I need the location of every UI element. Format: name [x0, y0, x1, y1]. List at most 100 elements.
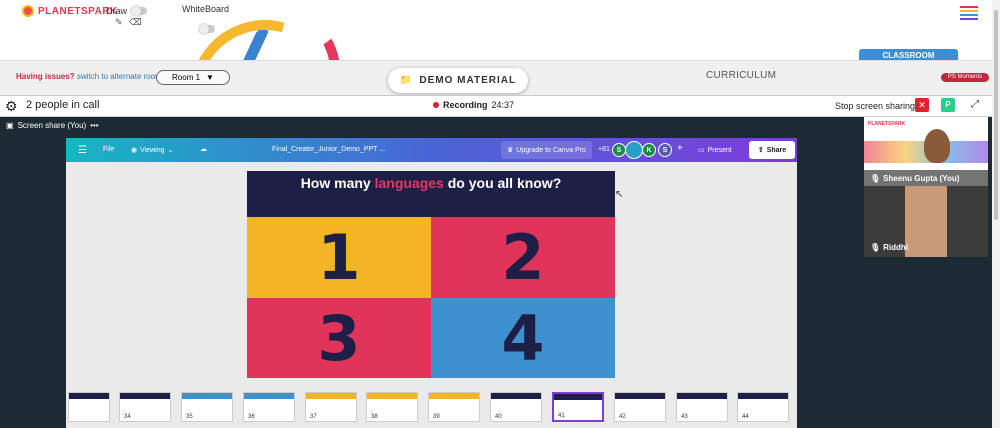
- expand-icon[interactable]: ⤢: [968, 98, 982, 112]
- screenshare-header: ▣ Screen share (You) •••: [6, 121, 99, 130]
- screenshare-label: Screen share (You): [17, 121, 87, 130]
- page-scrollbar[interactable]: [992, 0, 1000, 428]
- participant-name: Riddhi: [883, 243, 909, 252]
- stop-sharing-label: Stop screen sharing: [835, 101, 916, 111]
- screen-icon: ▣: [6, 121, 14, 130]
- present-icon: ▭: [698, 147, 705, 154]
- slide-cell-1: 1: [247, 217, 431, 298]
- cloud-icon[interactable]: ☁: [200, 145, 207, 153]
- ps-moments-label: PS Moments: [947, 74, 983, 80]
- slide-thumbnail[interactable]: 36: [243, 392, 295, 422]
- avatar[interactable]: K: [642, 143, 656, 157]
- thumbnail-number: 43: [681, 414, 688, 420]
- people-count: 2 people in call: [26, 99, 100, 111]
- gear-icon[interactable]: ⚙: [5, 98, 18, 114]
- folder-icon: 📁: [399, 75, 414, 86]
- planetspark-logo[interactable]: PLANETSPARK: [22, 5, 118, 17]
- slide-thumbnail[interactable]: 44: [737, 392, 789, 422]
- canva-file-menu[interactable]: File: [103, 146, 114, 153]
- whiteboard-toggle[interactable]: [199, 24, 215, 34]
- participant-name-bar: 🎙 Sheenu Gupta (You): [864, 170, 988, 186]
- mic-icon: 🎙: [870, 243, 881, 252]
- recording-indicator: Recording 24:37: [433, 100, 514, 110]
- slide-title-highlight: languages: [374, 175, 444, 191]
- crown-icon: ♛: [507, 147, 514, 154]
- pencil-icon[interactable]: ✎: [115, 17, 123, 28]
- present-label: Present: [707, 146, 732, 154]
- eraser-icon[interactable]: ⌫: [129, 17, 142, 28]
- slide-thumbnail[interactable]: 34: [119, 392, 171, 422]
- whiteboard-label: WhiteBoard: [182, 4, 230, 14]
- demo-material-button[interactable]: 📁 DEMO MATERIAL: [388, 68, 528, 93]
- stop-sharing-button[interactable]: ✕: [915, 98, 929, 112]
- slide-thumbnail[interactable]: 35: [181, 392, 233, 422]
- draw-label: Draw: [106, 6, 128, 16]
- curriculum-tab[interactable]: CURRICULUM: [706, 70, 776, 81]
- slide-title-post: do you all know?: [443, 175, 562, 191]
- room-select-value: Room 1: [172, 73, 201, 82]
- room-select[interactable]: Room 1 ▼: [156, 70, 230, 85]
- slide-title: How many languages do you all know?: [247, 175, 615, 191]
- file-label: File: [103, 146, 115, 153]
- thumbnail-number: 41: [558, 413, 565, 419]
- cursor-icon: ↖: [615, 189, 624, 200]
- slide-thumbnail[interactable]: 37: [305, 392, 357, 422]
- participant-video[interactable]: PLANETSPARK 🎙 Sheenu Gupta (You): [864, 117, 988, 186]
- demo-material-label: DEMO MATERIAL: [419, 75, 517, 86]
- canva-viewing-menu[interactable]: ◉ Viewing ⌄: [131, 146, 174, 155]
- upgrade-button[interactable]: ♛ Upgrade to Canva Pro: [501, 141, 592, 159]
- canva-menu-icon[interactable]: ☰: [78, 145, 87, 156]
- app-root: { "brand": {"name": "PLANETSPARK"}, "too…: [0, 0, 1000, 428]
- menu-icon[interactable]: [960, 6, 978, 22]
- present-button[interactable]: ▭ Present: [698, 146, 732, 155]
- eye-icon: ◉: [131, 147, 138, 154]
- switch-room-link[interactable]: switch to alternate room: [77, 72, 162, 81]
- p-badge-button[interactable]: P: [941, 98, 955, 112]
- slide-title-pre: How many: [300, 175, 375, 191]
- thumbnail-number: 42: [619, 414, 626, 420]
- scrollbar-thumb[interactable]: [994, 10, 998, 220]
- ps-moments-button[interactable]: PS Moments: [941, 73, 989, 82]
- logo-mark-icon: [22, 5, 34, 17]
- slide-thumbnail[interactable]: 38: [366, 392, 418, 422]
- mic-icon: 🎙: [870, 173, 881, 183]
- avatar[interactable]: S: [658, 143, 672, 157]
- thumbnail-number: 44: [742, 414, 749, 420]
- draw-toggle[interactable]: [131, 6, 147, 16]
- participant-name: Sheenu Gupta (You): [883, 173, 960, 183]
- add-collaborator-icon[interactable]: +: [677, 143, 683, 154]
- thumbnail-number: 36: [248, 414, 255, 420]
- slide-cell-2: 2: [431, 217, 615, 298]
- slide-thumbnail[interactable]: 43: [676, 392, 728, 422]
- upgrade-label: Upgrade to Canva Pro: [516, 146, 586, 154]
- thumbnail-number: 37: [310, 414, 317, 420]
- slide-thumbnail[interactable]: 39: [428, 392, 480, 422]
- slide-thumbnail-selected[interactable]: 41: [552, 392, 604, 422]
- canva-doc-title[interactable]: Final_Creator_Junior_Demo_PPT ...: [272, 146, 385, 153]
- slide-thumbnail[interactable]: [68, 392, 110, 422]
- video-logo: PLANETSPARK: [868, 121, 906, 127]
- share-button[interactable]: ⇪ Share: [749, 141, 795, 159]
- slide-thumbnail[interactable]: 42: [614, 392, 666, 422]
- participant-video[interactable]: 🎙 Riddhi: [864, 186, 988, 257]
- collaborator-count[interactable]: +81: [598, 146, 610, 153]
- participant-avatar: [905, 186, 947, 257]
- recording-label: Recording: [443, 100, 488, 110]
- issues-text: Having issues? switch to alternate room: [16, 72, 162, 81]
- slide-thumbnail[interactable]: 40: [490, 392, 542, 422]
- thumbnail-number: 40: [495, 414, 502, 420]
- thumbnail-number: 39: [433, 414, 440, 420]
- avatar[interactable]: S: [612, 143, 626, 157]
- chevron-down-icon: ⌄: [167, 147, 174, 154]
- slide-cell-3: 3: [247, 298, 431, 378]
- more-options-icon[interactable]: •••: [90, 121, 98, 130]
- thumbnail-number: 38: [371, 414, 378, 420]
- participant-name-bar: 🎙 Riddhi: [870, 243, 908, 252]
- avatar-illustration-icon[interactable]: [625, 141, 643, 159]
- share-icon: ⇪: [757, 147, 764, 154]
- canva-toolbar: [66, 138, 797, 162]
- issues-label: Having issues?: [16, 72, 75, 81]
- slide: How many languages do you all know? 1 2 …: [247, 171, 615, 378]
- viewing-label: Viewing: [140, 146, 165, 154]
- slide-cell-4: 4: [431, 298, 615, 378]
